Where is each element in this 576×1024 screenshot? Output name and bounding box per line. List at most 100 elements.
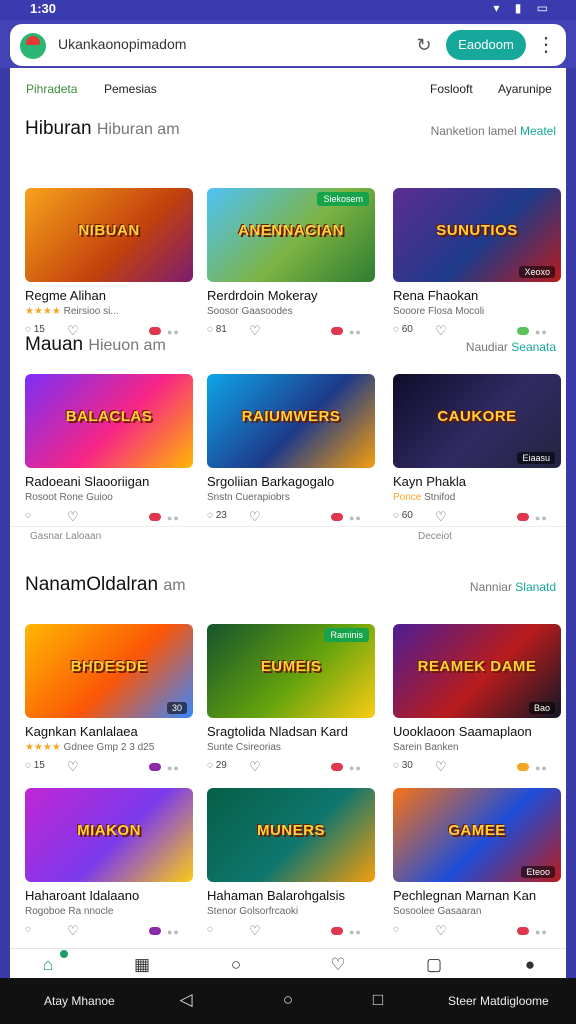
- heart-icon[interactable]: ♡: [324, 953, 352, 977]
- url-text[interactable]: Ukankaonopimadom: [58, 36, 186, 52]
- comment-icon: ◌: [393, 924, 399, 935]
- comment-count-value: 29: [215, 760, 227, 771]
- circle-icon[interactable]: ○: [222, 953, 250, 977]
- game-corner-label: Xeoxo: [519, 266, 555, 278]
- section-see-all-link[interactable]: Nanketion lamel Meatel: [431, 124, 556, 138]
- game-thumbnail[interactable]: ANENNACIAN Siekosem: [207, 188, 375, 282]
- comment-count[interactable]: ◌: [393, 924, 399, 935]
- tag-pill: [149, 763, 161, 771]
- game-actions: ◌ 29 ♡ ●●: [207, 759, 375, 776]
- comment-count-value: 60: [401, 324, 413, 335]
- comment-count[interactable]: ◌ 23: [207, 510, 227, 521]
- game-title[interactable]: Haharoant Idalaano: [25, 888, 193, 903]
- like-heart-icon[interactable]: ♡: [67, 759, 79, 775]
- home-circle-icon[interactable]: ○: [276, 988, 300, 1012]
- comment-count[interactable]: ◌ 60: [393, 324, 413, 335]
- game-thumbnail[interactable]: NIBUAN: [25, 188, 193, 282]
- game-actions: ◌ ♡ ●●: [393, 923, 561, 940]
- comment-icon: ◌: [25, 760, 34, 771]
- game-thumbnail[interactable]: GAMEE Eteoo: [393, 788, 561, 882]
- like-heart-icon[interactable]: ♡: [249, 323, 261, 339]
- game-meta-text: Rosoot Rone Guioo: [25, 492, 113, 503]
- comment-count[interactable]: ◌ 81: [207, 324, 227, 335]
- game-meta: ★★★★ Gdnee Gmp 2 3 d25: [25, 742, 193, 753]
- game-title[interactable]: Rena Fhaokan: [393, 288, 561, 303]
- game-thumbnail[interactable]: CAUKORE Eiaasu: [393, 374, 561, 468]
- more-dots-icon[interactable]: ●●: [349, 327, 362, 337]
- more-dots-icon[interactable]: ●●: [535, 513, 548, 523]
- like-heart-icon[interactable]: ♡: [249, 509, 261, 525]
- like-heart-icon[interactable]: ♡: [435, 509, 447, 525]
- like-heart-icon[interactable]: ♡: [67, 923, 79, 939]
- game-logo-text: EUMEIS: [260, 658, 322, 675]
- game-title[interactable]: Rerdrdoin Mokeray: [207, 288, 375, 303]
- more-dots-icon[interactable]: ●●: [349, 927, 362, 937]
- grid-icon[interactable]: ▦: [128, 953, 156, 977]
- section-see-all-link[interactable]: Naudiar Seanata: [466, 340, 556, 354]
- game-meta: Stenor Golsorfrcaoki: [207, 906, 375, 917]
- comment-count[interactable]: ◌: [207, 924, 213, 935]
- game-title[interactable]: Hahaman Balarohgalsis: [207, 888, 375, 903]
- game-title[interactable]: Srgoliian Barkagogalo: [207, 474, 375, 489]
- recents-icon[interactable]: □: [366, 988, 390, 1012]
- more-dots-icon[interactable]: ●●: [167, 763, 180, 773]
- comment-count[interactable]: ◌: [25, 510, 31, 521]
- game-logo-text: ANENNACIAN: [238, 222, 344, 239]
- game-title[interactable]: Sragtolida Nladsan Kard: [207, 724, 375, 739]
- game-title[interactable]: Pechlegnan Marnan Kan: [393, 888, 561, 903]
- card-icon[interactable]: ▢: [420, 953, 448, 977]
- game-thumbnail[interactable]: RAIUMWERS: [207, 374, 375, 468]
- comment-count[interactable]: ◌ 29: [207, 760, 227, 771]
- game-thumbnail[interactable]: BALACLAS: [25, 374, 193, 468]
- go-button[interactable]: Eaodoom: [446, 30, 526, 60]
- more-menu-icon[interactable]: ⋮: [536, 31, 556, 59]
- like-heart-icon[interactable]: ♡: [67, 509, 79, 525]
- tab-2[interactable]: Foslooft: [430, 82, 473, 96]
- game-thumbnail[interactable]: BHDESDE 30: [25, 624, 193, 718]
- more-dots-icon[interactable]: ●●: [167, 927, 180, 937]
- game-thumbnail[interactable]: EUMEIS Raminis: [207, 624, 375, 718]
- like-heart-icon[interactable]: ♡: [249, 759, 261, 775]
- rating-stars: ★★★★: [25, 306, 61, 317]
- more-dots-icon[interactable]: ●●: [535, 927, 548, 937]
- more-dots-icon[interactable]: ●●: [535, 327, 548, 337]
- game-title[interactable]: Kayn Phakla: [393, 474, 561, 489]
- game-meta-text: Reirsioo si...: [63, 306, 119, 317]
- tab-1[interactable]: Pemesias: [104, 82, 157, 96]
- game-thumbnail[interactable]: SUNUTIOS Xeoxo: [393, 188, 561, 282]
- profile-icon[interactable]: ●: [516, 953, 544, 977]
- game-title[interactable]: Regme Alihan: [25, 288, 193, 303]
- game-thumbnail[interactable]: MIAKON: [25, 788, 193, 882]
- more-dots-icon[interactable]: ●●: [167, 513, 180, 523]
- game-title[interactable]: Kagnkan Kanlalaea: [25, 724, 193, 739]
- comment-count[interactable]: ◌ 60: [393, 510, 413, 521]
- game-thumbnail[interactable]: MUNERS: [207, 788, 375, 882]
- section-subtitle: am: [163, 577, 186, 594]
- more-dots-icon[interactable]: ●●: [349, 763, 362, 773]
- game-meta: Rosoot Rone Guioo: [25, 492, 193, 503]
- like-heart-icon[interactable]: ♡: [435, 759, 447, 775]
- game-corner-label: Eteoo: [521, 866, 555, 878]
- game-meta: Sunte Csireorias: [207, 742, 375, 753]
- home-icon[interactable]: ⌂: [34, 953, 62, 977]
- game-title[interactable]: Uooklaoon Saamaplaon: [393, 724, 561, 739]
- like-heart-icon[interactable]: ♡: [249, 923, 261, 939]
- tab-3[interactable]: Ayarunipe: [498, 82, 552, 96]
- url-bar[interactable]: Ukankaonopimadom ↻ Eaodoom ⋮: [10, 24, 566, 66]
- game-meta-text: Stnifod: [424, 492, 456, 503]
- tab-0[interactable]: Pihradeta: [26, 82, 77, 96]
- comment-count[interactable]: ◌ 30: [393, 760, 413, 771]
- more-dots-icon[interactable]: ●●: [349, 513, 362, 523]
- section-see-all-link[interactable]: Nanniar Slanatd: [470, 580, 556, 594]
- tag-pill: [517, 927, 529, 935]
- back-icon[interactable]: ◁: [174, 988, 198, 1012]
- comment-count[interactable]: ◌: [25, 924, 31, 935]
- more-dots-icon[interactable]: ●●: [167, 327, 180, 337]
- comment-count[interactable]: ◌ 15: [25, 760, 45, 771]
- more-dots-icon[interactable]: ●●: [535, 763, 548, 773]
- game-title[interactable]: Radoeani Slaooriigan: [25, 474, 193, 489]
- like-heart-icon[interactable]: ♡: [435, 323, 447, 339]
- game-thumbnail[interactable]: REAMEK DAME Bao: [393, 624, 561, 718]
- reload-icon[interactable]: ↻: [412, 33, 436, 57]
- like-heart-icon[interactable]: ♡: [435, 923, 447, 939]
